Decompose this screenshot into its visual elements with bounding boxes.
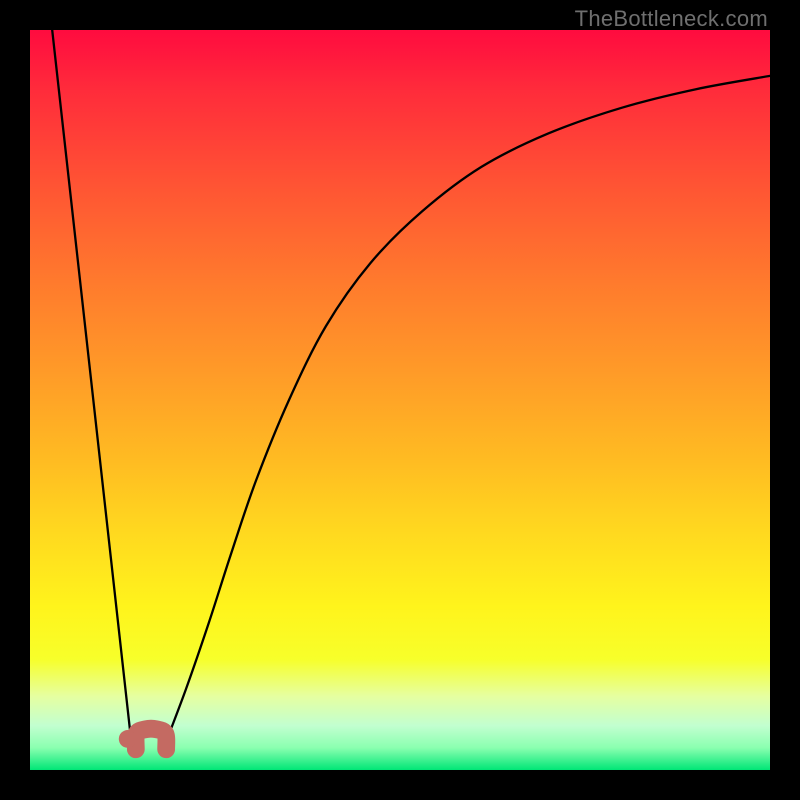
series-right-curve xyxy=(163,76,770,749)
marker-j-shape xyxy=(136,729,167,750)
watermark-text: TheBottleneck.com xyxy=(575,6,768,32)
plot-area xyxy=(30,30,770,770)
series-left-slope xyxy=(52,30,132,749)
chart-frame: TheBottleneck.com xyxy=(0,0,800,800)
marker-dot xyxy=(119,730,137,748)
chart-svg xyxy=(30,30,770,770)
